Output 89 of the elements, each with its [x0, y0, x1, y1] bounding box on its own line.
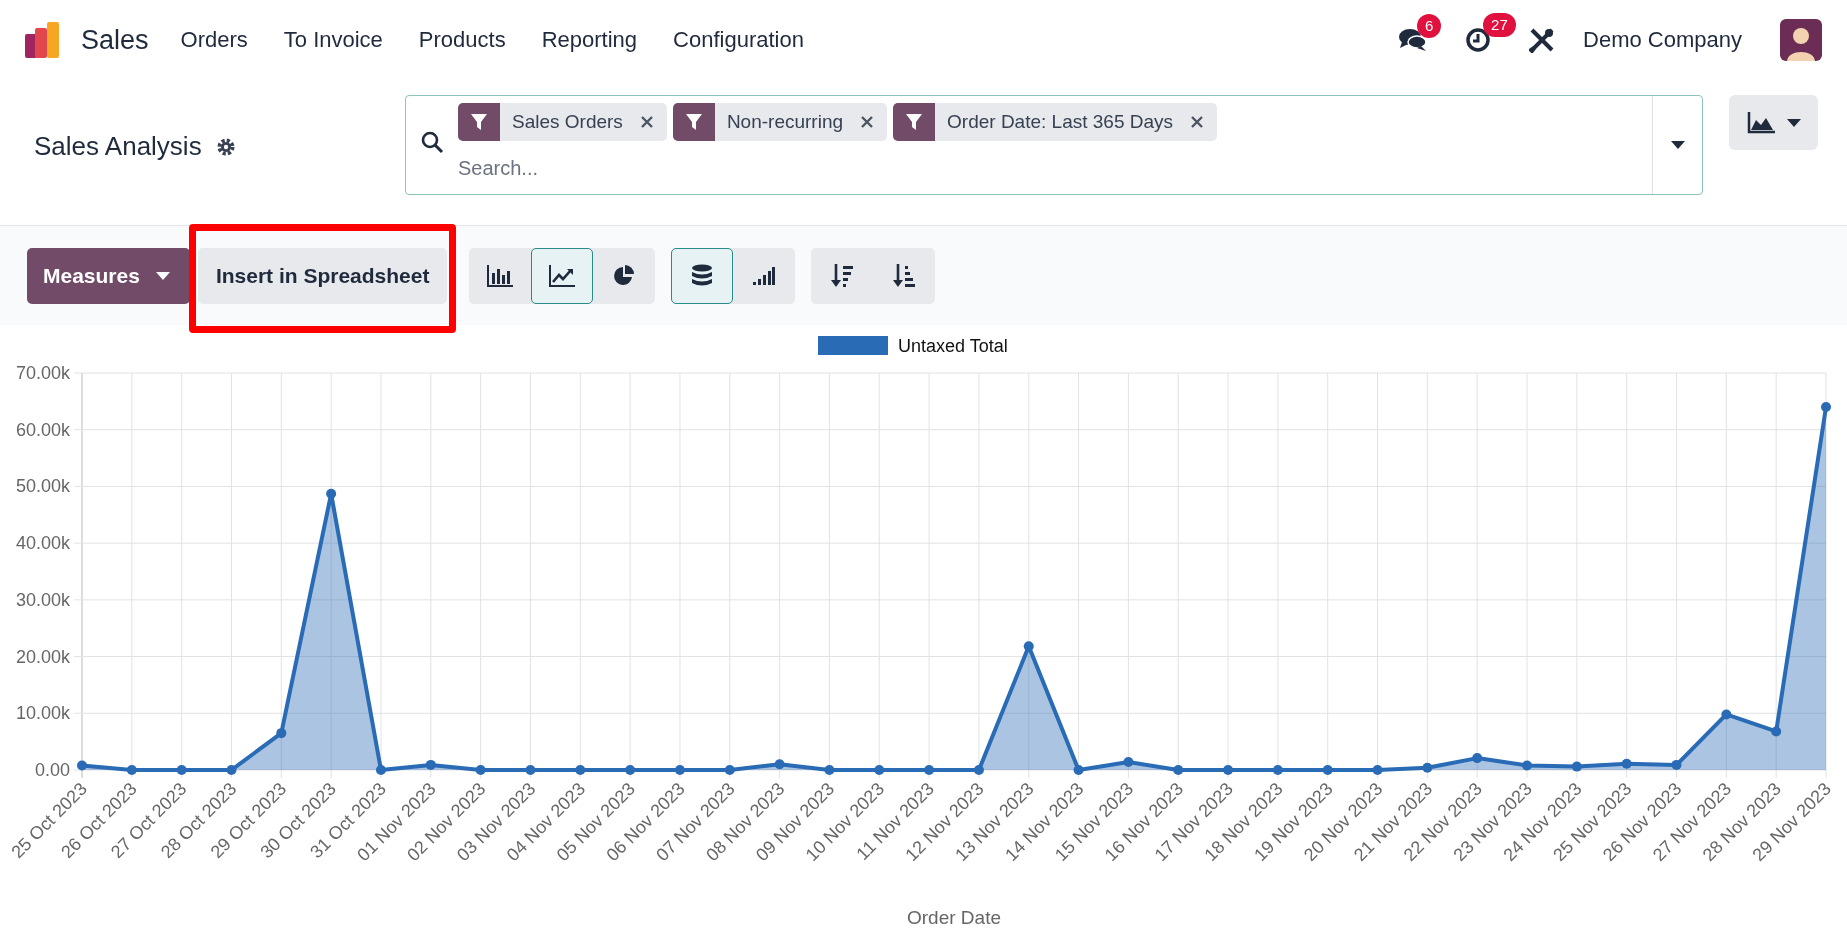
menu-item[interactable]: Reporting [523, 27, 656, 53]
menu-item[interactable]: To Invoice [265, 27, 401, 53]
filter-icon [470, 113, 488, 131]
y-axis-tick-label: 30.00k [15, 589, 70, 610]
y-axis-tick-label: 40.00k [15, 533, 70, 554]
data-point[interactable] [276, 728, 287, 739]
caret-icon [1786, 118, 1801, 127]
data-point[interactable] [625, 765, 636, 775]
data-point[interactable] [475, 765, 486, 775]
measures-button[interactable]: Measures [27, 247, 190, 304]
y-axis-tick-label: 20.00k [15, 646, 70, 667]
search-icon [420, 130, 444, 154]
clock-icon[interactable] [1465, 27, 1492, 53]
menu-item[interactable]: Orders [162, 27, 266, 53]
activity-count-badge: 27 [1483, 13, 1516, 37]
data-point[interactable] [1173, 765, 1184, 775]
data-point[interactable] [226, 765, 237, 775]
signal-bars-icon [753, 266, 776, 285]
data-point[interactable] [674, 765, 685, 775]
data-point[interactable] [874, 765, 885, 775]
page-title: Sales Analysis [34, 131, 202, 162]
data-point[interactable] [1073, 765, 1084, 775]
avatar-icon[interactable] [1780, 19, 1822, 61]
caret-icon [1670, 141, 1685, 149]
stacked-button[interactable] [671, 247, 734, 304]
data-point[interactable] [375, 765, 386, 775]
data-point[interactable] [1571, 761, 1582, 772]
data-point[interactable] [525, 765, 536, 775]
data-point[interactable] [924, 765, 935, 775]
pie-chart-icon [612, 263, 637, 288]
data-point[interactable] [1223, 765, 1234, 775]
data-point[interactable] [824, 765, 835, 775]
app-logo-icon[interactable] [25, 22, 61, 58]
insert-in-spreadsheet-button[interactable]: Insert in Spreadsheet [197, 247, 448, 304]
data-point[interactable] [1671, 759, 1682, 770]
area-chart-icon [1746, 111, 1775, 134]
menu-item[interactable]: Configuration [655, 27, 822, 53]
y-axis-tick-label: 60.00k [15, 419, 70, 440]
message-count-badge: 6 [1417, 14, 1442, 38]
x-axis-title: Order Date [907, 907, 1001, 928]
y-axis-tick-label: 70.00k [15, 363, 70, 383]
filter-icon [684, 113, 703, 131]
sort-ascending-icon [893, 263, 916, 288]
data-point[interactable] [1322, 765, 1333, 775]
data-point[interactable] [1621, 758, 1632, 769]
bar-chart-icon [487, 264, 514, 287]
app-name[interactable]: Sales [81, 24, 149, 56]
data-point[interactable] [575, 765, 586, 775]
legend-swatch[interactable] [818, 336, 888, 355]
caret-icon [155, 271, 170, 280]
data-point[interactable] [774, 759, 785, 770]
filter-icon [905, 113, 924, 131]
sort-descending-icon [831, 263, 854, 288]
filter-facet[interactable]: Sales Orders [458, 103, 667, 141]
data-point[interactable] [126, 765, 137, 775]
data-point[interactable] [77, 760, 87, 771]
close-icon[interactable] [1191, 116, 1204, 128]
data-point[interactable] [425, 759, 436, 770]
data-point[interactable] [1023, 641, 1034, 652]
data-point[interactable] [1272, 765, 1283, 775]
filter-facet[interactable]: Order Date: Last 365 Days [893, 103, 1218, 141]
y-axis-tick-label: 50.00k [15, 476, 70, 497]
menu-item[interactable]: Products [400, 27, 524, 53]
graph-type-dropdown[interactable] [1729, 95, 1818, 150]
data-point[interactable] [973, 765, 984, 775]
search-bar[interactable]: Sales Orders Non-recurring Order Date: Last 365 Days Search... [405, 95, 1703, 195]
line-chart-button[interactable] [531, 247, 594, 304]
data-point[interactable] [1821, 402, 1831, 413]
close-icon[interactable] [640, 116, 653, 128]
data-point[interactable] [1123, 757, 1134, 768]
legend-label[interactable]: Untaxed Total [898, 336, 1008, 356]
data-point[interactable] [1721, 709, 1732, 720]
close-icon[interactable] [861, 116, 874, 128]
data-point[interactable] [1472, 753, 1483, 764]
database-icon [691, 263, 714, 288]
data-point[interactable] [326, 488, 337, 499]
filter-facet[interactable]: Non-recurring [672, 103, 888, 141]
y-axis-tick-label: 0.00 [34, 760, 70, 780]
data-point[interactable] [1522, 760, 1533, 771]
settings-icon[interactable] [215, 136, 236, 157]
data-point[interactable] [176, 765, 187, 775]
line-chart-icon [549, 264, 576, 287]
data-point[interactable] [1771, 726, 1782, 737]
data-point[interactable] [1422, 762, 1433, 773]
y-axis-tick-label: 10.00k [15, 703, 70, 724]
data-point[interactable] [1372, 765, 1383, 775]
data-point[interactable] [724, 765, 735, 775]
company-name[interactable]: Demo Company [1583, 27, 1742, 53]
tools-icon[interactable] [1529, 27, 1556, 53]
